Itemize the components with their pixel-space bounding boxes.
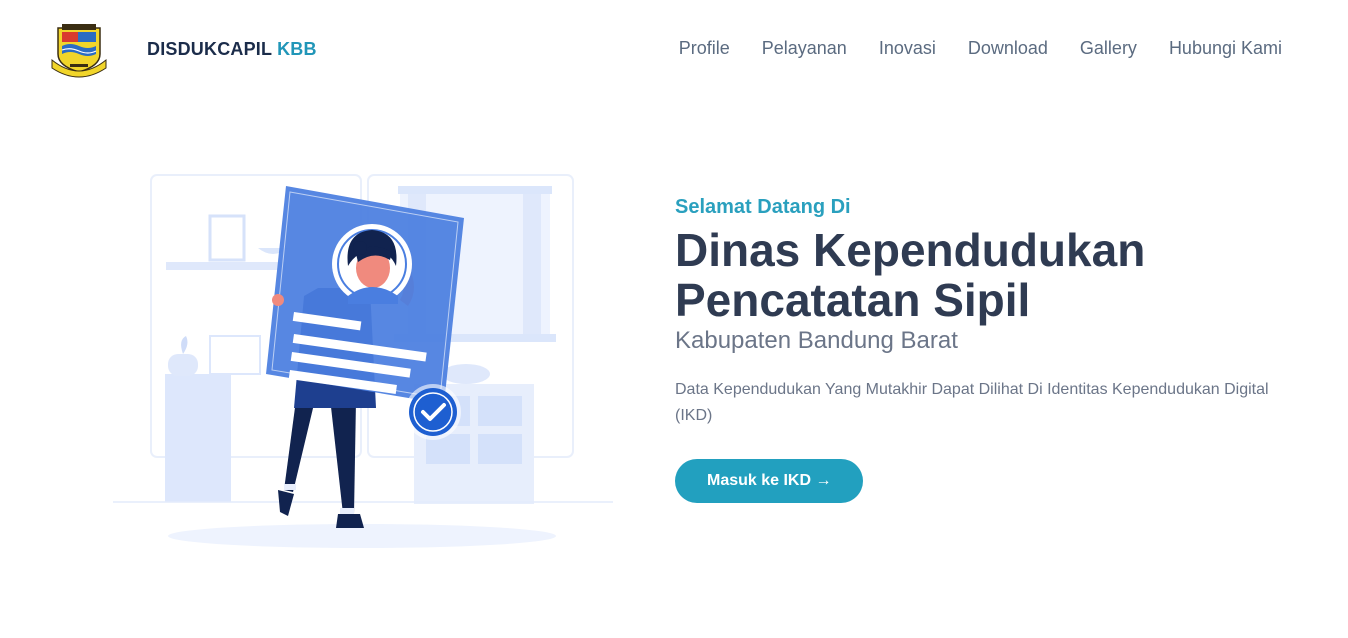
hero-description: Data Kependudukan Yang Mutakhir Dapat Di… [675,381,1269,424]
hero-illustration [113,174,613,548]
nav-profile[interactable]: Profile [679,38,730,59]
hero-eyebrow: Selamat Datang Di [675,196,851,218]
hero-title-line2: Pencatatan Sipil [675,274,1031,326]
check-circle-icon [405,384,461,440]
masuk-ikd-button[interactable]: Masuk ke IKD → [675,459,864,503]
hero-text: Selamat Datang Di Dinas Kependudukan Pen… [675,196,1295,503]
kbb-logo-icon[interactable] [50,20,108,80]
nav-download[interactable]: Download [968,38,1048,59]
nav-pelayanan[interactable]: Pelayanan [762,38,847,59]
brand-name-main: DISDUKCAPIL [147,39,272,59]
nav-gallery[interactable]: Gallery [1080,38,1137,59]
brand-name-accent: KBB [277,39,317,59]
hero-title: Dinas Kependudukan Pencatatan Sipil [675,225,1295,325]
brand-name[interactable]: DISDUKCAPIL KBB [147,39,317,60]
nav-hubungi-kami[interactable]: Hubungi Kami [1169,38,1282,59]
main-nav: Profile Pelayanan Inovasi Download Galle… [679,38,1282,59]
navbar: DISDUKCAPIL KBB Profile Pelayanan Inovas… [0,0,1348,100]
hero-title-line1: Dinas Kependudukan [675,224,1146,276]
nav-inovasi[interactable]: Inovasi [879,38,936,59]
hero-subtitle: Kabupaten Bandung Barat [675,327,958,354]
